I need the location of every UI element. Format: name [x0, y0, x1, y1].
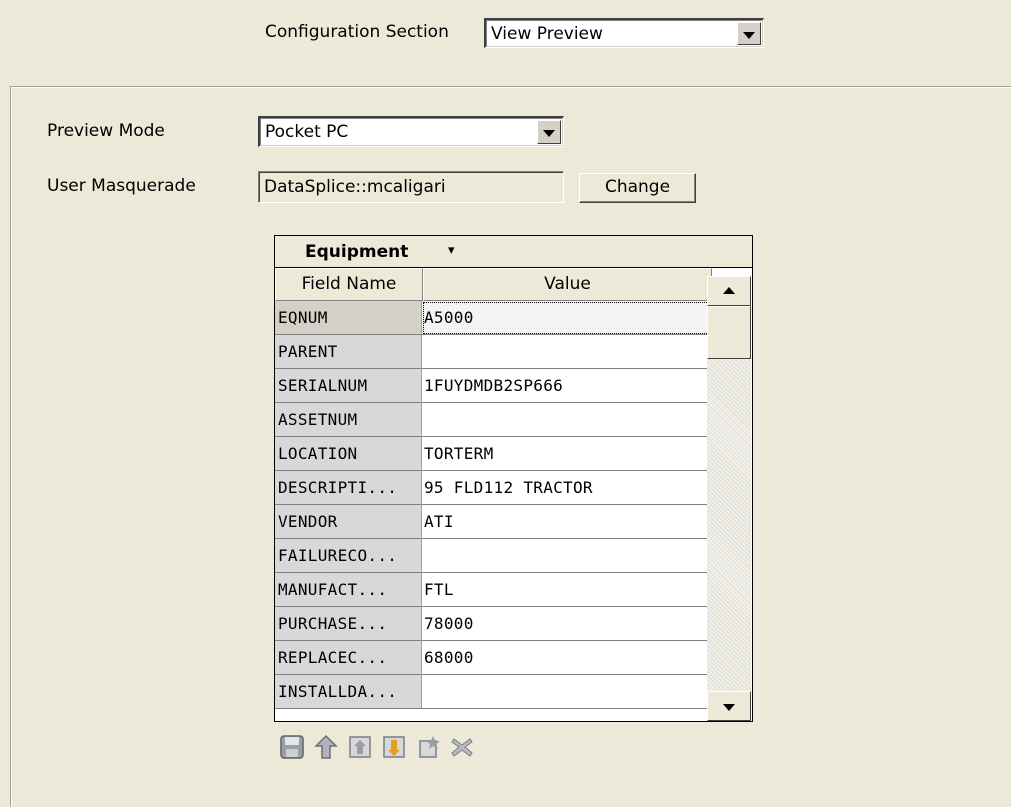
delete-icon[interactable] — [448, 733, 476, 761]
column-header-value[interactable]: Value — [423, 268, 712, 301]
config-section-label: Configuration Section — [265, 22, 449, 42]
value-cell[interactable] — [422, 335, 712, 369]
table-row[interactable]: FAILURECO... — [275, 539, 712, 573]
equipment-grid: Equipment ▾ Field Name Value EQNUM A5000… — [274, 235, 753, 722]
equipment-grid-title[interactable]: Equipment ▾ — [275, 236, 752, 268]
move-last-icon[interactable] — [380, 733, 408, 761]
chevron-down-icon — [543, 130, 555, 137]
value-cell[interactable]: 78000 — [422, 607, 712, 641]
table-row[interactable]: LOCATION TORTERM — [275, 437, 712, 471]
value-cell[interactable] — [422, 539, 712, 573]
field-name-cell[interactable]: EQNUM — [275, 301, 422, 335]
value-cell[interactable]: TORTERM — [422, 437, 712, 471]
value-cell[interactable] — [422, 403, 712, 437]
table-row[interactable]: PURCHASE... 78000 — [275, 607, 712, 641]
table-row[interactable]: SERIALNUM 1FUYDMDB2SP666 — [275, 369, 712, 403]
field-name-cell[interactable]: REPLACEC... — [275, 641, 422, 675]
field-name-cell[interactable]: ASSETNUM — [275, 403, 422, 437]
user-masquerade-value: DataSplice::mcaligari — [264, 177, 446, 197]
user-masquerade-label: User Masquerade — [47, 176, 196, 196]
field-name-cell[interactable]: INSTALLDA... — [275, 675, 422, 709]
grid-title-text: Equipment — [305, 242, 409, 262]
table-row[interactable]: MANUFACT... FTL — [275, 573, 712, 607]
move-first-icon[interactable] — [346, 733, 374, 761]
field-name-cell[interactable]: FAILURECO... — [275, 539, 422, 573]
field-name-cell[interactable]: PURCHASE... — [275, 607, 422, 641]
config-section-value: View Preview — [491, 24, 603, 44]
preview-mode-select[interactable]: Pocket PC — [258, 116, 564, 147]
chevron-down-icon — [743, 31, 755, 39]
table-row[interactable]: VENDOR ATI — [275, 505, 712, 539]
table-row[interactable]: INSTALLDA... — [275, 675, 712, 709]
field-name-cell[interactable]: MANUFACT... — [275, 573, 422, 607]
arrow-down-icon — [723, 704, 735, 711]
value-cell[interactable]: 68000 — [422, 641, 712, 675]
change-button[interactable]: Change — [579, 173, 696, 203]
table-row[interactable]: EQNUM A5000 — [275, 301, 712, 335]
table-row[interactable]: PARENT — [275, 335, 712, 369]
scroll-up-button[interactable] — [707, 276, 751, 306]
value-cell[interactable]: A5000 — [422, 301, 712, 335]
scroll-thumb[interactable] — [707, 306, 751, 359]
save-icon[interactable] — [278, 733, 306, 761]
value-cell[interactable]: 95 FLD112 TRACTOR — [422, 471, 712, 505]
caret-down-icon: ▾ — [448, 243, 455, 258]
value-cell[interactable] — [422, 675, 712, 709]
table-row[interactable]: ASSETNUM — [275, 403, 712, 437]
arrow-up-icon — [723, 287, 735, 294]
value-cell[interactable]: ATI — [422, 505, 712, 539]
field-name-cell[interactable]: DESCRIPTI... — [275, 471, 422, 505]
value-cell[interactable]: FTL — [422, 573, 712, 607]
table-row[interactable]: DESCRIPTI... 95 FLD112 TRACTOR — [275, 471, 712, 505]
field-name-cell[interactable]: LOCATION — [275, 437, 422, 471]
grid-vertical-scrollbar[interactable] — [707, 276, 751, 721]
scroll-down-button[interactable] — [707, 691, 751, 721]
field-name-cell[interactable]: PARENT — [275, 335, 422, 369]
config-section-select[interactable]: View Preview — [484, 18, 764, 48]
field-name-cell[interactable]: VENDOR — [275, 505, 422, 539]
preview-mode-dropdown-button[interactable] — [537, 120, 561, 144]
preview-mode-label: Preview Mode — [47, 121, 165, 141]
value-cell[interactable]: 1FUYDMDB2SP666 — [422, 369, 712, 403]
preview-mode-value: Pocket PC — [265, 122, 349, 142]
config-section-dropdown-button[interactable] — [737, 22, 761, 45]
field-name-cell[interactable]: SERIALNUM — [275, 369, 422, 403]
column-header-field-name[interactable]: Field Name — [275, 268, 423, 301]
table-row[interactable]: REPLACEC... 68000 — [275, 641, 712, 675]
new-record-icon[interactable] — [414, 733, 442, 761]
up-arrow-icon[interactable] — [312, 733, 340, 761]
user-masquerade-field: DataSplice::mcaligari — [258, 171, 564, 203]
